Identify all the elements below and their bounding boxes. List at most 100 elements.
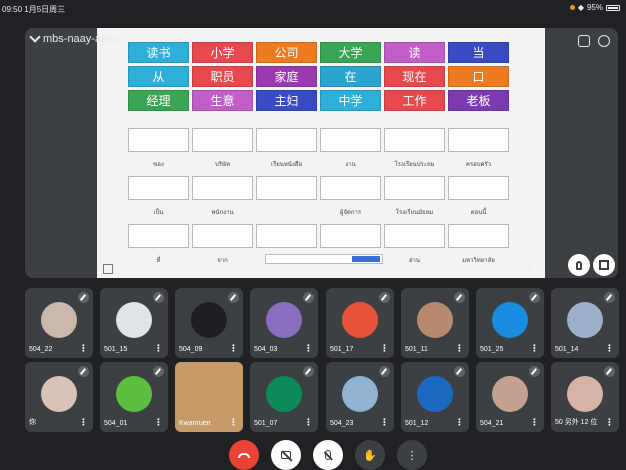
audio-output-icon[interactable]: [598, 35, 610, 47]
tile-more-icon[interactable]: ⋮: [530, 343, 539, 354]
mic-toggle-button[interactable]: [313, 440, 343, 470]
camera-toggle-button[interactable]: [271, 440, 301, 470]
avatar: [266, 302, 302, 338]
vocab-cell: 老板: [448, 90, 509, 111]
vocab-cell: 在: [320, 66, 381, 87]
muted-mic-icon: [529, 366, 540, 377]
raise-hand-button[interactable]: ✋: [355, 440, 385, 470]
answer-box: [128, 224, 189, 248]
participant-tile[interactable]: 50 另外 12 位 ⋮: [551, 362, 619, 432]
call-controls: ✋ ⋮: [229, 440, 427, 470]
tile-more-icon[interactable]: ⋮: [304, 343, 313, 354]
presentation-area[interactable]: 读书 小学 公司 大学读当从职员 家庭在现在口经理 生意 主妇 中学 工作 老板 ของ บริษั…: [25, 28, 618, 278]
fullscreen-button[interactable]: [593, 254, 615, 276]
camera-switch-icon[interactable]: [578, 35, 590, 47]
more-options-button[interactable]: ⋮: [397, 440, 427, 470]
participant-tile[interactable]: 504_01 ⋮: [100, 362, 168, 432]
presenter-name: mbs-naay-aka: [43, 33, 113, 45]
tile-more-icon[interactable]: ⋮: [229, 343, 238, 354]
status-time-date: 09:50 1月5日周三: [2, 5, 66, 14]
tile-more-icon[interactable]: ⋮: [304, 417, 313, 428]
presenter-name-label[interactable]: mbs-naay-aka ▸: [29, 31, 121, 45]
muted-mic-icon: [228, 292, 239, 303]
tile-more-icon[interactable]: ⋮: [380, 417, 389, 428]
answer-box: [256, 224, 317, 248]
muted-mic-icon: [303, 366, 314, 377]
avatar: [41, 376, 77, 412]
tile-more-icon[interactable]: ⋮: [154, 417, 163, 428]
vocab-cell: 大学: [320, 42, 381, 63]
tile-more-icon[interactable]: ⋮: [154, 343, 163, 354]
tile-more-icon[interactable]: ⋮: [455, 417, 464, 428]
vocab-cell: 工作: [384, 90, 445, 111]
participant-tile[interactable]: Kwanruen ⋮: [175, 362, 243, 432]
tile-more-icon[interactable]: ⋮: [79, 343, 88, 354]
vocab-cell: 公司: [256, 42, 317, 63]
answer-box: [384, 128, 445, 152]
answer-box: [320, 224, 381, 248]
muted-mic-icon: [78, 366, 89, 377]
wifi-icon: ◆: [577, 3, 584, 12]
muted-mic-icon: [604, 292, 615, 303]
muted-mic-icon: [379, 292, 390, 303]
battery-icon: [606, 4, 620, 11]
vocab-cell: 当: [448, 42, 509, 63]
vocab-cell: 读书: [128, 42, 189, 63]
participant-tile[interactable]: 你 ⋮: [25, 362, 93, 432]
participant-tile[interactable]: 501_07 ⋮: [250, 362, 318, 432]
muted-mic-icon: [454, 292, 465, 303]
tile-more-icon[interactable]: ⋮: [229, 417, 238, 428]
avatar: [191, 302, 227, 338]
vocab-cell: 口: [448, 66, 509, 87]
avatar: [342, 302, 378, 338]
pin-icon: [576, 260, 582, 270]
tile-more-icon[interactable]: ⋮: [605, 417, 614, 428]
tile-more-icon[interactable]: ⋮: [530, 417, 539, 428]
vocab-cell: 职员: [192, 66, 253, 87]
slide-menu-icon[interactable]: [103, 264, 113, 274]
participant-tile[interactable]: 501_15 ⋮: [100, 288, 168, 358]
presentation-top-icons: [578, 35, 610, 47]
participant-tile[interactable]: 501_11 ⋮: [401, 288, 469, 358]
participant-name: 501_07: [254, 420, 278, 427]
end-call-button[interactable]: [229, 440, 259, 470]
thai-word: ครอบครัว: [465, 161, 492, 168]
participant-tile[interactable]: 501_12 ⋮: [401, 362, 469, 432]
status-right: ◆ 95%: [569, 3, 620, 12]
participant-name: 504_21: [480, 420, 504, 427]
participant-name: 504_23: [330, 420, 354, 427]
participant-name: 504_01: [104, 420, 128, 427]
hand-icon: ✋: [363, 449, 377, 462]
thai-word: เป็น: [153, 209, 164, 216]
pin-button[interactable]: [568, 254, 590, 276]
participant-tile[interactable]: 501_17 ⋮: [326, 288, 394, 358]
answer-box: [192, 224, 253, 248]
avatar: [492, 302, 528, 338]
thai-word-row: ของ บริษัท เรียนหนังสือ งาน โรงเรียนประถม ครอ…: [128, 152, 528, 176]
vocab-cell: 中学: [320, 90, 381, 111]
participant-tile[interactable]: 504_09 ⋮: [175, 288, 243, 358]
answer-box: [128, 176, 189, 200]
participant-tile[interactable]: 501_25 ⋮: [476, 288, 544, 358]
tile-more-icon[interactable]: ⋮: [380, 343, 389, 354]
vocab-cell: 读: [384, 42, 445, 63]
participant-tile[interactable]: 504_03 ⋮: [250, 288, 318, 358]
tile-more-icon[interactable]: ⋮: [79, 417, 88, 428]
answer-box-row: [128, 128, 528, 152]
tile-more-icon[interactable]: ⋮: [455, 343, 464, 354]
avatar: [567, 376, 603, 412]
participant-tile[interactable]: 501_14 ⋮: [551, 288, 619, 358]
participant-tile[interactable]: 504_21 ⋮: [476, 362, 544, 432]
muted-mic-icon: [153, 292, 164, 303]
tile-more-icon[interactable]: ⋮: [605, 343, 614, 354]
camera-off-icon: [281, 451, 291, 459]
participant-name: 501_14: [555, 346, 579, 353]
answer-box: [192, 128, 253, 152]
avatar: [41, 302, 77, 338]
thai-word: โรงเรียนประถม: [394, 161, 435, 168]
participant-tile[interactable]: 504_23 ⋮: [326, 362, 394, 432]
muted-mic-icon: [604, 366, 615, 377]
vocab-cell: 主妇: [256, 90, 317, 111]
answer-box: [256, 128, 317, 152]
participant-tile[interactable]: 504_22 ⋮: [25, 288, 93, 358]
